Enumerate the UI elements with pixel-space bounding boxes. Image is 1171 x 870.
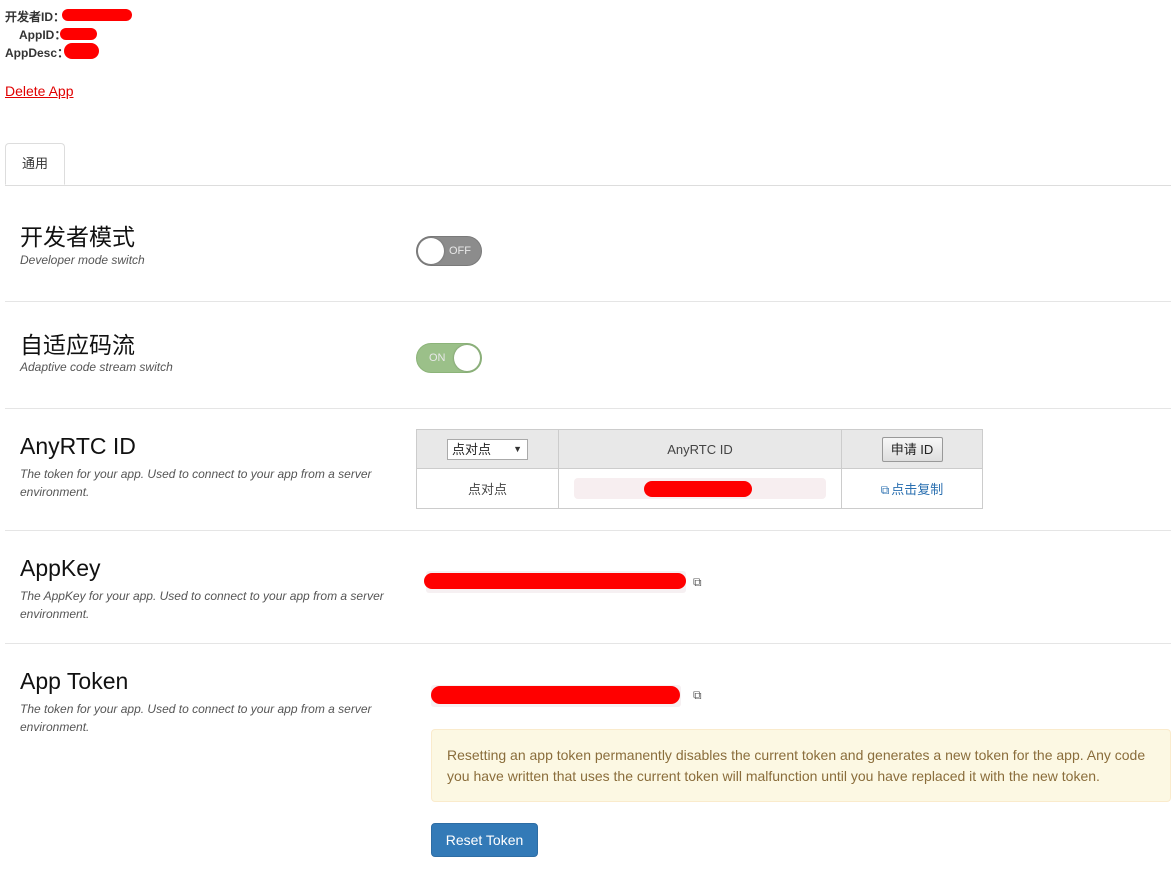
type-select-value: 点对点 bbox=[452, 441, 492, 457]
redacted-app-desc bbox=[64, 43, 99, 59]
tab-bar: 通用 bbox=[5, 143, 1171, 186]
redacted-developer-id bbox=[62, 9, 132, 21]
table-row: 点对点 ⧉ 点击复制 bbox=[416, 468, 983, 509]
developer-id-label: 开发者ID： bbox=[5, 10, 66, 24]
developer-mode-toggle[interactable]: OFF bbox=[416, 236, 482, 266]
table-header-row: 点对点 ▼ AnyRTC ID 申请 ID bbox=[416, 429, 983, 469]
row-copy-cell: ⧉ 点击复制 bbox=[841, 468, 983, 509]
adaptive-stream-title: 自适应码流 bbox=[20, 332, 135, 358]
app-desc-row: AppDesc： bbox=[5, 46, 69, 60]
row-id-cell bbox=[558, 468, 842, 509]
reset-token-warning: Resetting an app token permanently disab… bbox=[431, 729, 1171, 802]
type-select-cell: 点对点 ▼ bbox=[416, 429, 559, 469]
reset-token-button[interactable]: Reset Token bbox=[431, 823, 538, 857]
apply-id-cell: 申请 ID bbox=[841, 429, 983, 469]
redacted-anyrtc-id bbox=[644, 481, 752, 497]
toggle-knob bbox=[454, 345, 480, 371]
appkey-title: AppKey bbox=[20, 555, 101, 581]
copy-link-label: 点击复制 bbox=[891, 482, 944, 497]
developer-mode-desc: Developer mode switch bbox=[20, 253, 145, 267]
type-select[interactable]: 点对点 ▼ bbox=[447, 438, 528, 460]
toggle-label: OFF bbox=[449, 245, 471, 257]
developer-mode-title: 开发者模式 bbox=[20, 224, 135, 250]
app-token-title: App Token bbox=[20, 668, 129, 694]
copy-app-token-icon[interactable]: ⧉ bbox=[693, 688, 702, 703]
chevron-down-icon: ▼ bbox=[513, 443, 522, 454]
anyrtc-id-value-box bbox=[574, 478, 826, 499]
anyrtc-id-title: AnyRTC ID bbox=[20, 433, 136, 459]
copy-appkey-icon[interactable]: ⧉ bbox=[693, 575, 702, 590]
app-token-desc: The token for your app. Used to connect … bbox=[20, 702, 372, 734]
app-token-field bbox=[431, 685, 681, 707]
adaptive-stream-desc: Adaptive code stream switch bbox=[20, 360, 173, 374]
redacted-app-token bbox=[431, 686, 680, 704]
anyrtc-id-table: 点对点 ▼ AnyRTC ID 申请 ID 点对点 ⧉ 点击复制 bbox=[416, 429, 983, 509]
copy-icon: ⧉ bbox=[880, 483, 890, 497]
redacted-appkey bbox=[424, 573, 686, 589]
adaptive-stream-section: 自适应码流 Adaptive code stream switch ON bbox=[5, 302, 1171, 409]
appkey-desc: The AppKey for your app. Used to connect… bbox=[20, 589, 384, 621]
developer-mode-section: 开发者模式 Developer mode switch OFF bbox=[5, 186, 1171, 302]
row-type-cell: 点对点 bbox=[416, 468, 559, 509]
delete-app-link[interactable]: Delete App bbox=[5, 83, 74, 99]
apply-id-button[interactable]: 申请 ID bbox=[881, 436, 943, 462]
adaptive-stream-toggle[interactable]: ON bbox=[416, 343, 482, 373]
toggle-knob bbox=[418, 238, 444, 264]
toggle-label: ON bbox=[429, 352, 446, 364]
anyrtc-id-column-header: AnyRTC ID bbox=[558, 429, 842, 469]
appkey-field bbox=[424, 571, 686, 593]
app-desc-label: AppDesc： bbox=[5, 46, 70, 60]
anyrtc-id-desc: The token for your app. Used to connect … bbox=[20, 467, 372, 499]
tab-general[interactable]: 通用 bbox=[5, 143, 65, 185]
developer-id-row: 开发者ID： bbox=[5, 10, 65, 24]
copy-anyrtc-id-link[interactable]: ⧉ 点击复制 bbox=[881, 482, 944, 497]
redacted-app-id bbox=[60, 28, 97, 40]
